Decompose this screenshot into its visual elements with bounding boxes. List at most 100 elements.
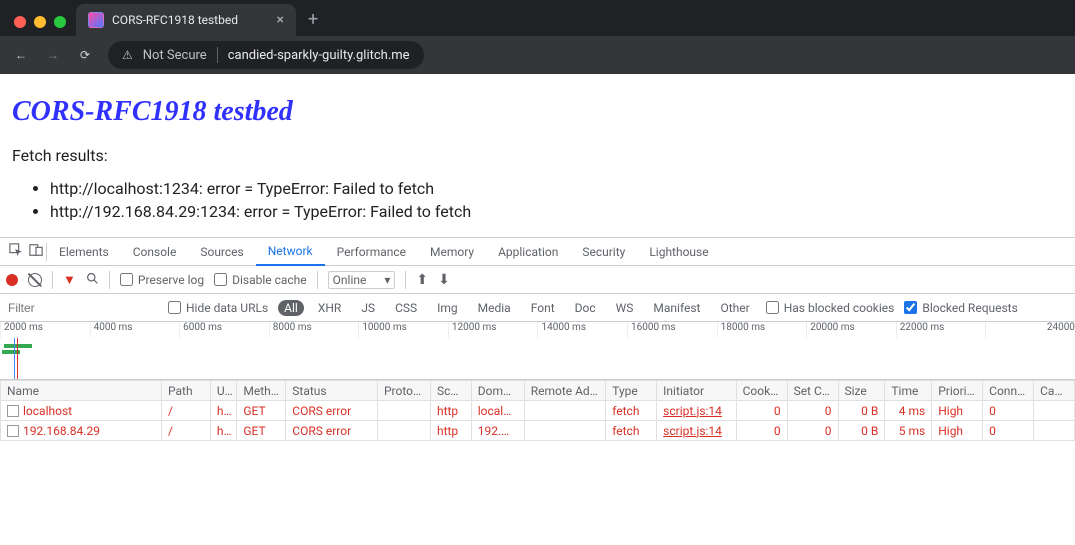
tab-console[interactable]: Console [121, 238, 189, 266]
cell-path: / [161, 401, 210, 421]
preserve-log-label: Preserve log [138, 273, 204, 287]
cell-status: CORS error [286, 401, 378, 421]
clear-button[interactable] [28, 273, 42, 287]
col-url[interactable]: U… [210, 381, 236, 401]
table-row[interactable]: 192.168.84.29/h…GETCORS errorhttp192.…fe… [1, 421, 1075, 441]
col-scheme[interactable]: Sc… [430, 381, 471, 401]
close-tab-icon[interactable]: × [277, 12, 284, 28]
type-filter-js[interactable]: JS [355, 300, 381, 316]
tick: 24000 [985, 322, 1075, 338]
row-checkbox[interactable] [7, 425, 19, 437]
tab-network[interactable]: Network [256, 238, 325, 266]
type-filter-font[interactable]: Font [525, 300, 561, 316]
tab-sources[interactable]: Sources [188, 238, 255, 266]
minimize-window-icon[interactable] [34, 16, 46, 28]
cell-type: fetch [606, 421, 657, 441]
col-status[interactable]: Status [286, 381, 378, 401]
cell-cache [1034, 401, 1075, 421]
type-filter-all[interactable]: All [278, 300, 304, 316]
cell-url: h… [210, 421, 236, 441]
tab-security[interactable]: Security [570, 238, 637, 266]
initiator-link[interactable]: script.js:14 [663, 404, 722, 418]
tick: 8000 ms [269, 322, 359, 338]
blocked-requests-checkbox[interactable]: Blocked Requests [904, 301, 1017, 315]
col-path[interactable]: Path [161, 381, 210, 401]
cell-scheme: http [430, 401, 471, 421]
type-filter-ws[interactable]: WS [610, 300, 640, 316]
col-cache[interactable]: Cac… [1034, 381, 1075, 401]
tab-memory[interactable]: Memory [418, 238, 486, 266]
cell-size: 0 B [838, 421, 885, 441]
cell-setcookies: 0 [787, 401, 838, 421]
forward-button[interactable]: → [44, 48, 62, 62]
tab-elements[interactable]: Elements [47, 238, 121, 266]
cell-status: CORS error [286, 421, 378, 441]
load-marker [17, 338, 18, 379]
type-filter-xhr[interactable]: XHR [312, 300, 347, 316]
type-filter-doc[interactable]: Doc [569, 300, 602, 316]
close-window-icon[interactable] [14, 16, 26, 28]
tab-application[interactable]: Application [486, 238, 570, 266]
tab-performance[interactable]: Performance [325, 238, 418, 266]
col-cookies[interactable]: Cook… [736, 381, 787, 401]
disable-cache-checkbox[interactable]: Disable cache [214, 273, 307, 287]
new-tab-button[interactable]: + [296, 9, 330, 36]
address-bar[interactable]: ⚠ Not Secure candied-sparkly-guilty.glit… [108, 41, 424, 69]
tick: 12000 ms [448, 322, 538, 338]
back-button[interactable]: ← [12, 48, 30, 62]
type-filter-img[interactable]: Img [431, 300, 464, 316]
type-filter-manifest[interactable]: Manifest [647, 300, 706, 316]
hide-data-urls-checkbox[interactable]: Hide data URLs [168, 301, 268, 315]
fetch-results-list: http://localhost:1234: error = TypeError… [50, 179, 1063, 221]
cell-remote [524, 401, 606, 421]
cell-protocol [377, 401, 430, 421]
download-har-icon[interactable]: ⬇ [438, 272, 450, 288]
col-protocol[interactable]: Proto… [377, 381, 430, 401]
type-filter-css[interactable]: CSS [389, 300, 423, 316]
filter-input[interactable] [0, 295, 168, 321]
initiator-link[interactable]: script.js:14 [663, 424, 722, 438]
filter-icon[interactable]: ▼ [63, 272, 76, 288]
devtools-panel: Elements Console Sources Network Perform… [0, 237, 1075, 441]
table-row[interactable]: localhost/h…GETCORS errorhttplocal…fetch… [1, 401, 1075, 421]
col-size[interactable]: Size [838, 381, 885, 401]
preserve-log-checkbox[interactable]: Preserve log [120, 273, 204, 287]
search-icon[interactable] [86, 272, 99, 288]
hide-data-urls-label: Hide data URLs [186, 301, 268, 315]
col-domain[interactable]: Dom… [471, 381, 524, 401]
col-conn[interactable]: Conn… [983, 381, 1034, 401]
col-time[interactable]: Time [885, 381, 932, 401]
cell-method: GET [237, 401, 286, 421]
browser-tab[interactable]: CORS-RFC1918 testbed × [76, 4, 296, 36]
col-initiator[interactable]: Initiator [657, 381, 736, 401]
tick: 16000 ms [627, 322, 717, 338]
row-checkbox[interactable] [7, 405, 19, 417]
inspect-element-icon[interactable] [6, 243, 26, 260]
col-remote[interactable]: Remote Ad… [524, 381, 606, 401]
divider [52, 271, 53, 289]
devtools-tabs: Elements Console Sources Network Perform… [0, 238, 1075, 266]
window-controls [8, 16, 76, 36]
table-header-row: Name Path U… Meth… Status Proto… Sc… Dom… [1, 381, 1075, 401]
tick: 18000 ms [717, 322, 807, 338]
cell-name: localhost [1, 401, 162, 421]
has-blocked-cookies-checkbox[interactable]: Has blocked cookies [766, 301, 895, 315]
col-setcookies[interactable]: Set C… [787, 381, 838, 401]
type-filter-media[interactable]: Media [472, 300, 517, 316]
tick: 10000 ms [358, 322, 448, 338]
device-toggle-icon[interactable] [26, 243, 46, 260]
network-timeline[interactable]: 2000 ms 4000 ms 6000 ms 8000 ms 10000 ms… [0, 322, 1075, 380]
upload-har-icon[interactable]: ⬆ [416, 272, 428, 288]
col-priority[interactable]: Priority [932, 381, 983, 401]
throttling-select[interactable]: Online▾ [328, 271, 396, 289]
type-filter-other[interactable]: Other [714, 300, 755, 316]
col-name[interactable]: Name [1, 381, 162, 401]
col-type[interactable]: Type [606, 381, 657, 401]
tab-lighthouse[interactable]: Lighthouse [637, 238, 720, 266]
col-method[interactable]: Meth… [237, 381, 286, 401]
maximize-window-icon[interactable] [54, 16, 66, 28]
record-button[interactable] [6, 274, 18, 286]
cell-name: 192.168.84.29 [1, 421, 162, 441]
reload-button[interactable]: ⟳ [76, 48, 94, 62]
favicon-icon [88, 12, 104, 28]
